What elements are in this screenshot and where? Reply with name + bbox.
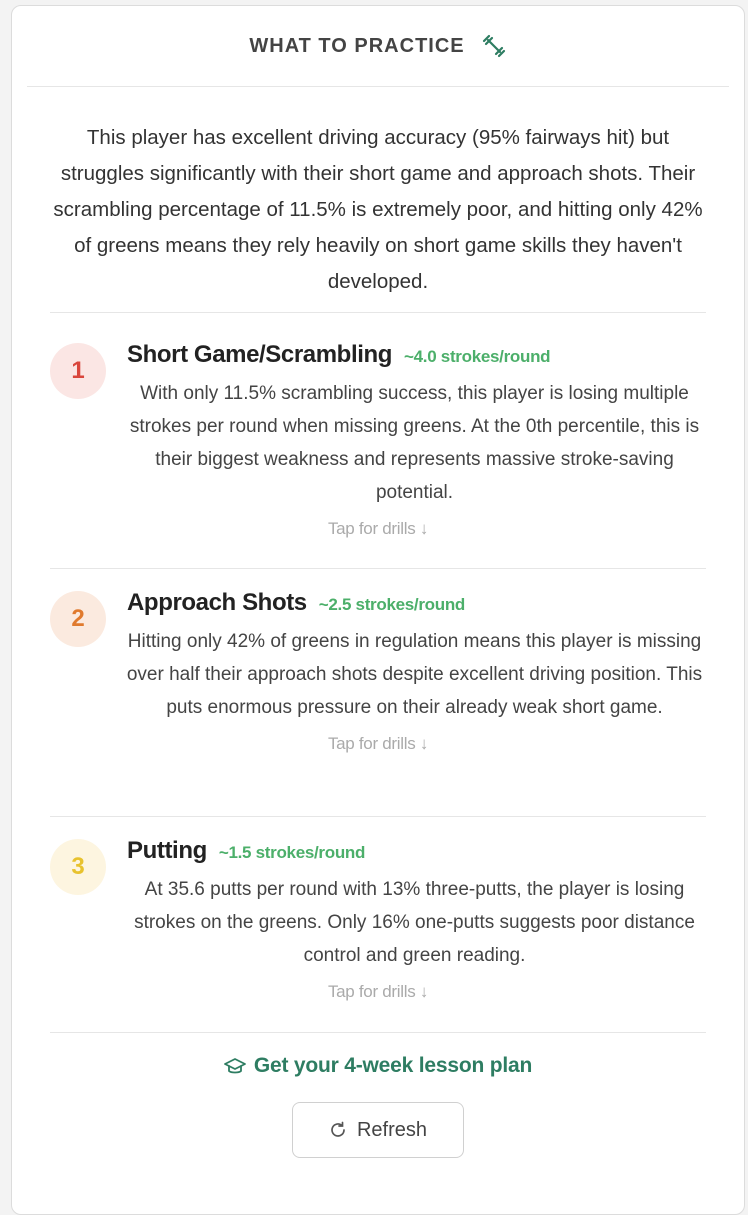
refresh-label: Refresh bbox=[356, 1118, 428, 1141]
graduation-cap-icon bbox=[223, 1056, 246, 1076]
dumbbell-icon bbox=[481, 33, 507, 59]
refresh-icon bbox=[329, 1121, 347, 1139]
strokes-saved: ~1.5 strokes/round bbox=[218, 843, 366, 862]
practice-item-approach[interactable]: 2 Approach Shots ~2.5 strokes/round Hitt… bbox=[50, 569, 706, 817]
tap-for-drills[interactable]: Tap for drills ↓ bbox=[50, 982, 706, 1002]
tap-for-drills[interactable]: Tap for drills ↓ bbox=[50, 519, 706, 539]
player-summary: This player has excellent driving accura… bbox=[50, 87, 706, 313]
rank-badge: 3 bbox=[50, 839, 106, 895]
lesson-plan-label: Get your 4-week lesson plan bbox=[253, 1054, 533, 1077]
strokes-saved: ~4.0 strokes/round bbox=[404, 347, 551, 366]
strokes-saved: ~2.5 strokes/round bbox=[318, 595, 466, 614]
card-footer: Get your 4-week lesson plan Refresh bbox=[50, 1033, 706, 1158]
practice-item-putting[interactable]: 3 Putting ~1.5 strokes/round At 35.6 put… bbox=[50, 817, 706, 1033]
practice-card: WHAT TO PRACTICE This player has excelle… bbox=[11, 5, 745, 1215]
item-description: With only 11.5% scrambling success, this… bbox=[129, 383, 700, 503]
tap-for-drills[interactable]: Tap for drills ↓ bbox=[50, 734, 706, 754]
rank-badge: 1 bbox=[50, 343, 106, 399]
practice-item-short-game[interactable]: 1 Short Game/Scrambling ~4.0 strokes/rou… bbox=[50, 313, 706, 569]
item-description: Hitting only 42% of greens in regulation… bbox=[126, 631, 703, 718]
rank-badge: 2 bbox=[50, 591, 106, 647]
refresh-button[interactable]: Refresh bbox=[292, 1102, 464, 1158]
item-title: Putting bbox=[127, 837, 207, 864]
item-title: Short Game/Scrambling bbox=[127, 341, 392, 368]
lesson-plan-link[interactable]: Get your 4-week lesson plan bbox=[223, 1054, 533, 1078]
card-title: WHAT TO PRACTICE bbox=[249, 34, 465, 57]
item-title: Approach Shots bbox=[127, 589, 307, 616]
item-description: At 35.6 putts per round with 13% three-p… bbox=[134, 879, 695, 966]
card-header: WHAT TO PRACTICE bbox=[27, 6, 729, 87]
